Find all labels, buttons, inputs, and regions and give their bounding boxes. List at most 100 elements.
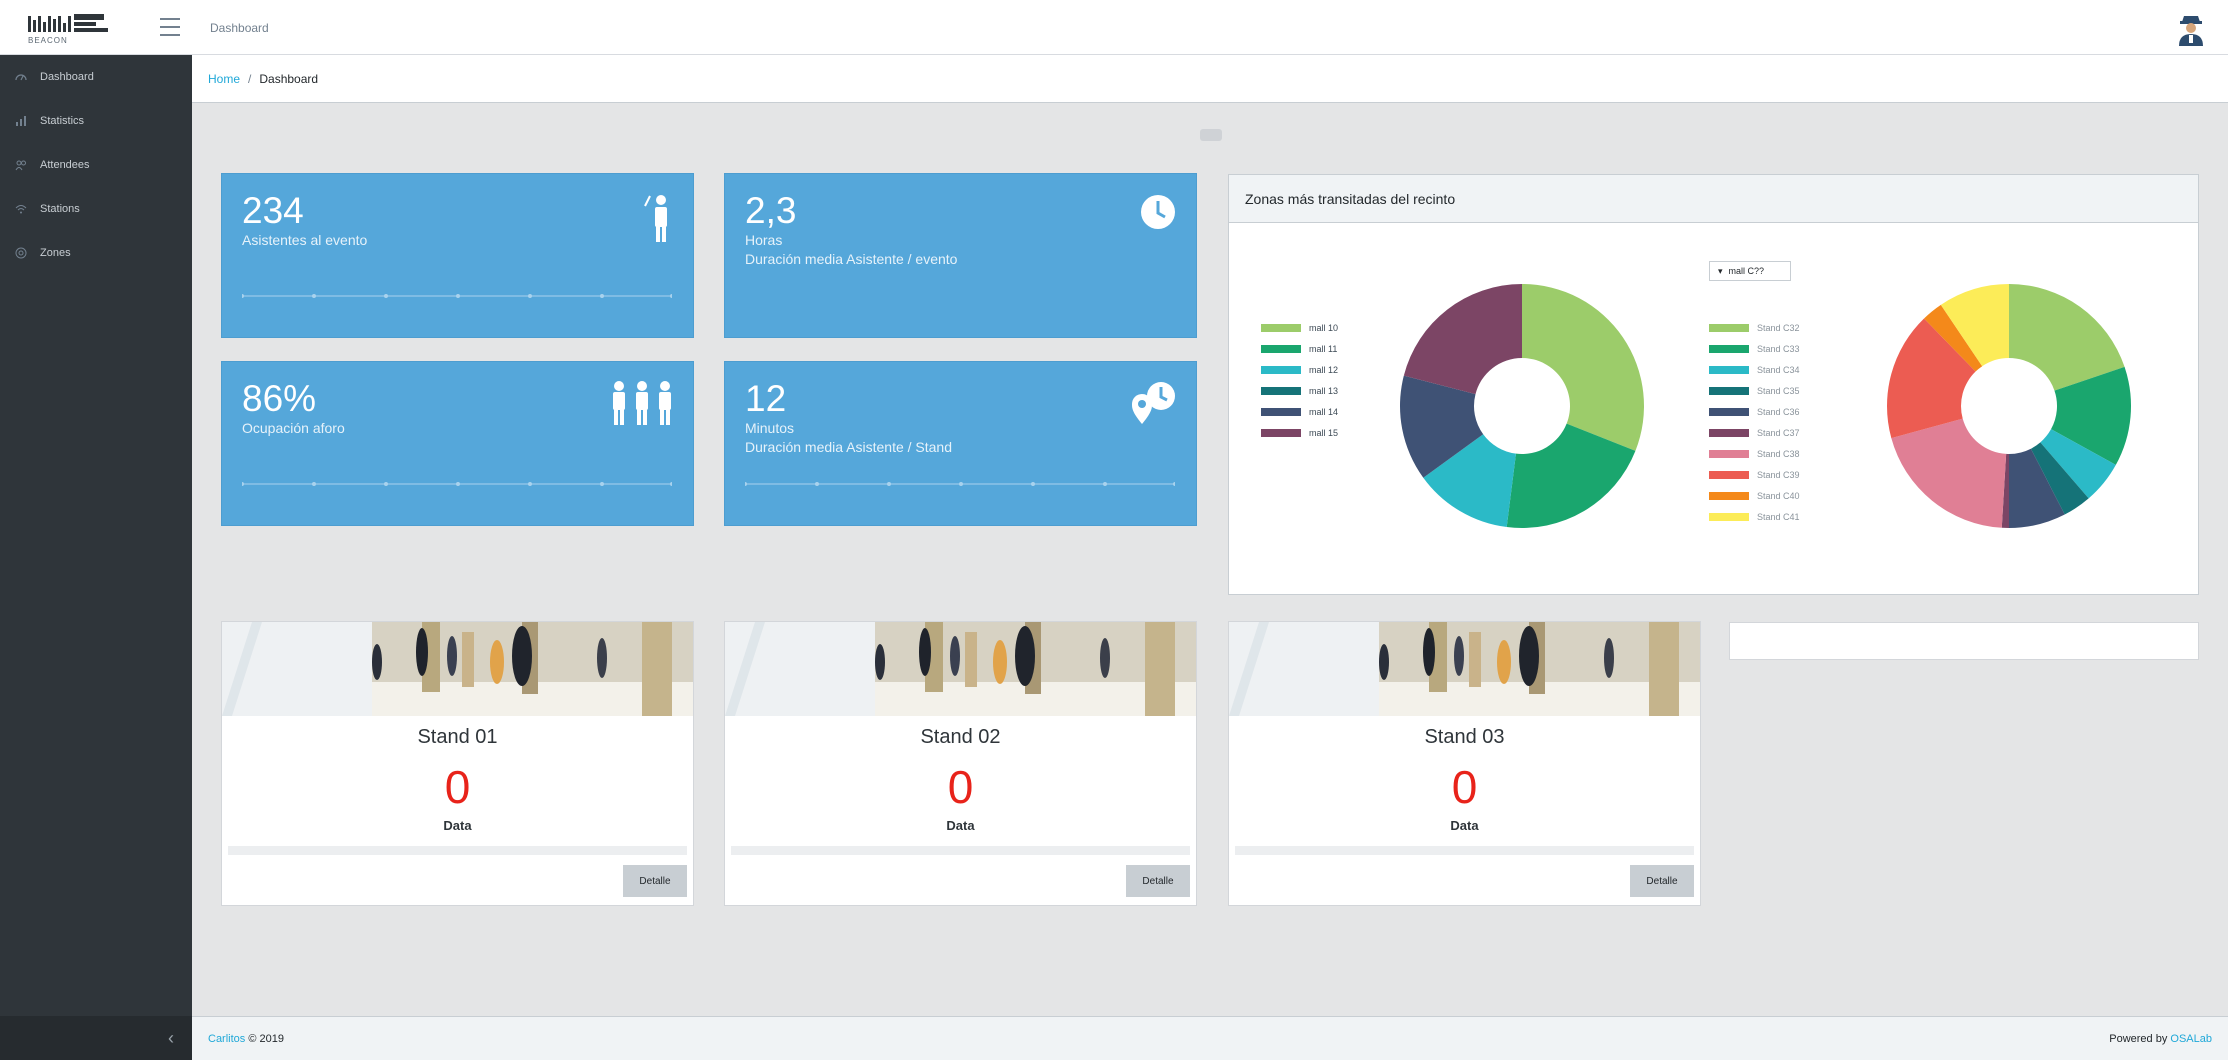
footer-copyright: © 2019 [248, 1032, 284, 1045]
stat-value: 234 [242, 190, 304, 231]
breadcrumb-home-link[interactable]: Home [208, 72, 240, 86]
group-icon [613, 381, 671, 425]
sparkline [745, 482, 1175, 486]
legend-item[interactable]: mall 13 [1261, 380, 1338, 401]
stand-data-label: Data [1450, 818, 1479, 833]
pie-slice[interactable] [1403, 284, 1522, 395]
brand-logo[interactable]: BEACON [28, 14, 120, 45]
stat-card-attendees: 234 Asistentes al evento [221, 173, 694, 338]
legend-swatch [1709, 407, 1749, 416]
legend-item[interactable]: Stand C41 [1709, 506, 1800, 527]
stand-detail-button[interactable]: Detalle [623, 865, 687, 897]
legend-swatch [1261, 407, 1301, 416]
breadcrumb: Home / Dashboard [192, 55, 2228, 103]
target-icon [14, 246, 28, 260]
footer-brand-link[interactable]: Carlitos [208, 1033, 245, 1045]
stand-progress-bar [731, 846, 1190, 855]
pie-chart-malls [1400, 284, 1644, 528]
legend-item[interactable]: Stand C38 [1709, 443, 1800, 464]
stand-count: 0 [444, 761, 471, 813]
legend-swatch [1709, 386, 1749, 395]
legend-item[interactable]: Stand C32 [1709, 317, 1800, 338]
legend-swatch [1261, 344, 1301, 353]
chevron-left-icon[interactable]: ‹ [168, 1028, 174, 1049]
sidebar-minimizer[interactable]: ‹ [0, 1016, 192, 1060]
legend-item[interactable]: mall 10 [1261, 317, 1338, 338]
legend-swatch [1261, 323, 1301, 332]
stat-card-occupancy: 86% Ocupación aforo [221, 361, 694, 526]
footer-powered-link[interactable]: OSALab [2170, 1033, 2212, 1045]
legend-label: mall 14 [1309, 406, 1339, 417]
legend-item[interactable]: Stand C33 [1709, 338, 1800, 359]
legend-label: mall 13 [1309, 385, 1339, 396]
footer-right: Powered by OSALab [2109, 1033, 2212, 1045]
legend-label: Stand C35 [1757, 385, 1800, 396]
legend-label: Stand C38 [1757, 448, 1800, 459]
legend-item[interactable]: Stand C37 [1709, 422, 1800, 443]
legend-swatch [1709, 365, 1749, 374]
stand-detail-button[interactable]: Detalle [1630, 865, 1694, 897]
legend-item[interactable]: Stand C36 [1709, 401, 1800, 422]
header-page-title: Dashboard [210, 21, 269, 35]
person-icon [644, 195, 667, 242]
legend-label: mall 12 [1309, 364, 1339, 375]
stat-value: 2,3 [745, 190, 797, 231]
stat-sublabel: Duración media Asistente / Stand [745, 439, 953, 455]
legend-item[interactable]: mall 15 [1261, 422, 1338, 443]
sparkline [242, 482, 672, 486]
legend-label: Stand C40 [1757, 490, 1800, 501]
zones-chart-card: Zonas más transitadas del recinto mall 1… [1228, 174, 2199, 595]
legend-swatch [1261, 386, 1301, 395]
stand-card: Stand 01 0 Data Detalle [221, 621, 694, 906]
legend-item[interactable]: Stand C34 [1709, 359, 1800, 380]
chart-legend-malls: mall 10 mall 11 mall 12 mall 13 mall 14 mall … [1261, 317, 1338, 443]
legend-swatch [1261, 365, 1301, 374]
stand-detail-button[interactable]: Detalle [1126, 865, 1190, 897]
legend-item[interactable]: mall 11 [1261, 338, 1338, 359]
stand-photo [222, 622, 693, 716]
legend-item[interactable]: mall 14 [1261, 401, 1338, 422]
sidebar-item-label: Zones [40, 247, 71, 259]
legend-item[interactable]: Stand C40 [1709, 485, 1800, 506]
legend-label: Stand C33 [1757, 343, 1800, 354]
legend-swatch [1709, 428, 1749, 437]
stand-name: Stand 02 [920, 726, 1001, 748]
legend-item[interactable]: mall 12 [1261, 359, 1338, 380]
legend-label: Stand C36 [1757, 406, 1800, 417]
zones-chart-title: Zonas más transitadas del recinto [1229, 175, 2198, 223]
sidebar-item-label: Stations [40, 203, 80, 215]
pie-slice[interactable] [1522, 284, 1644, 451]
sidebar-item-dashboard[interactable]: Dashboard [0, 55, 192, 99]
pie-slice[interactable] [1891, 418, 2007, 528]
stand-progress-bar [228, 846, 687, 855]
stat-card-hours: 2,3 Horas Duración media Asistente / eve… [724, 173, 1197, 338]
user-avatar-icon[interactable] [2176, 12, 2206, 46]
people-icon [14, 158, 28, 172]
logo-subtitle: BEACON [28, 36, 68, 45]
sidebar-item-stations[interactable]: Stations [0, 187, 192, 231]
legend-label: Stand C37 [1757, 427, 1800, 438]
chart-legend-stands: Stand C32 Stand C33 Stand C34 Stand C35 Stan… [1709, 317, 1800, 527]
sidebar-item-label: Dashboard [40, 71, 94, 83]
stand-photo [725, 622, 1196, 716]
sidebar-item-attendees[interactable]: Attendees [0, 143, 192, 187]
chevron-down-icon: ▾ [1718, 265, 1723, 276]
wifi-icon [14, 202, 28, 216]
sidebar-item-statistics[interactable]: Statistics [0, 99, 192, 143]
legend-item[interactable]: Stand C35 [1709, 380, 1800, 401]
stat-value: 12 [745, 378, 787, 419]
legend-label: mall 15 [1309, 427, 1339, 438]
stand-data-label: Data [946, 818, 975, 833]
sidebar-toggle-button[interactable] [160, 18, 180, 36]
location-clock-icon [1132, 382, 1175, 424]
stand-card: Stand 03 0 Data Detalle [1228, 621, 1701, 906]
legend-swatch [1709, 491, 1749, 500]
sidebar-item-zones[interactable]: Zones [0, 231, 192, 275]
legend-swatch [1261, 428, 1301, 437]
drag-handle[interactable] [1200, 129, 1222, 141]
legend-item[interactable]: Stand C39 [1709, 464, 1800, 485]
stat-value: 86% [242, 378, 317, 419]
zone-filter-dropdown[interactable]: ▾ mall C?? [1709, 261, 1791, 281]
legend-label: Stand C32 [1757, 322, 1800, 333]
breadcrumb-separator: / [248, 71, 252, 86]
